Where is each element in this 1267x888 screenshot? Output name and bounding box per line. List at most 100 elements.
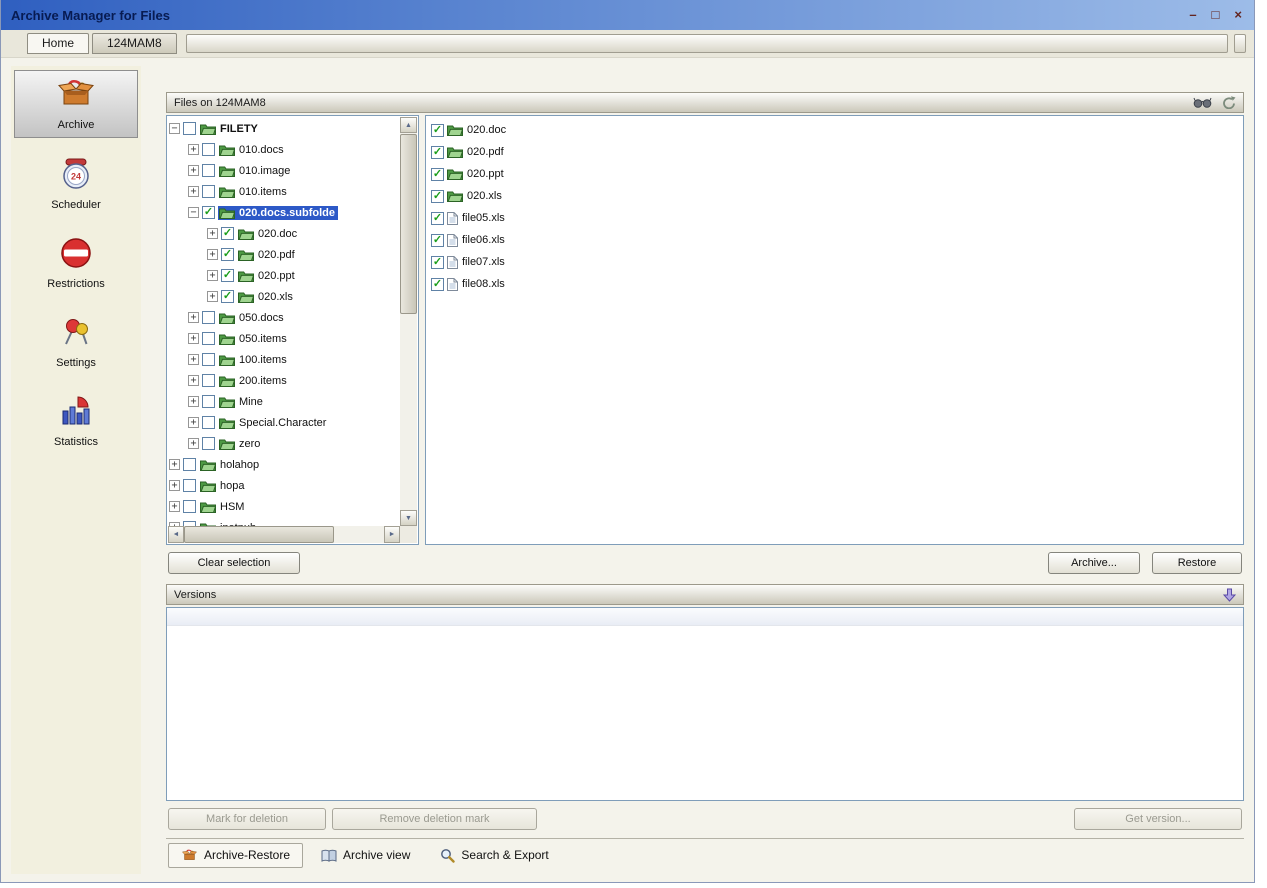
item-checkbox[interactable]: ✓ (221, 290, 234, 303)
tab-end-button[interactable] (1234, 34, 1246, 53)
expand-icon[interactable]: + (169, 501, 180, 512)
item-checkbox[interactable] (183, 500, 196, 513)
mark-for-deletion-button[interactable]: Mark for deletion (168, 808, 326, 830)
expand-icon[interactable]: + (207, 291, 218, 302)
titlebar[interactable]: Archive Manager for Files – □ × (1, 0, 1254, 30)
item-checkbox[interactable] (202, 416, 215, 429)
tree-item[interactable]: −✓020.docs.subfolde (169, 202, 399, 223)
tree-item[interactable]: +✓020.doc (169, 223, 399, 244)
folder-tree[interactable]: −FILETY+010.docs+010.image+010.items−✓02… (166, 115, 419, 545)
tree-item[interactable]: +010.docs (169, 139, 399, 160)
expand-icon[interactable]: + (207, 249, 218, 260)
item-checkbox[interactable]: ✓ (431, 212, 444, 225)
expand-icon[interactable]: + (207, 270, 218, 281)
expand-icon[interactable]: + (169, 459, 180, 470)
clear-selection-button[interactable]: Clear selection (168, 552, 300, 574)
tree-item[interactable]: +hopa (169, 475, 399, 496)
file-list-item[interactable]: ✓020.pdf (431, 141, 1238, 163)
file-list-item[interactable]: ✓file06.xls (431, 229, 1238, 251)
item-checkbox[interactable]: ✓ (431, 190, 444, 203)
item-checkbox[interactable] (202, 332, 215, 345)
item-checkbox[interactable] (202, 143, 215, 156)
item-checkbox[interactable] (183, 458, 196, 471)
tree-vertical-scrollbar[interactable]: ▲ ▼ (400, 117, 417, 526)
tab-124mam8[interactable]: 124MAM8 (92, 33, 177, 54)
item-checkbox[interactable]: ✓ (431, 168, 444, 181)
item-checkbox[interactable] (202, 395, 215, 408)
expand-icon[interactable]: + (188, 354, 199, 365)
tree-item[interactable]: +010.image (169, 160, 399, 181)
tab-home[interactable]: Home (27, 33, 89, 54)
sidebar-item-scheduler[interactable]: 24 Scheduler (14, 151, 138, 217)
tree-item[interactable]: +Mine (169, 391, 399, 412)
binoculars-icon[interactable] (1193, 97, 1212, 109)
item-checkbox[interactable] (202, 437, 215, 450)
close-button[interactable]: × (1234, 0, 1242, 30)
file-list-item[interactable]: ✓020.xls (431, 185, 1238, 207)
versions-list[interactable] (166, 607, 1244, 801)
tree-item[interactable]: +200.items (169, 370, 399, 391)
sidebar-item-archive[interactable]: Archive (14, 70, 138, 138)
file-list-item[interactable]: ✓file05.xls (431, 207, 1238, 229)
expand-icon[interactable]: + (188, 312, 199, 323)
tree-item[interactable]: +zero (169, 433, 399, 454)
file-list-item[interactable]: ✓file08.xls (431, 273, 1238, 295)
remove-deletion-mark-button[interactable]: Remove deletion mark (332, 808, 537, 830)
item-checkbox[interactable] (202, 311, 215, 324)
scroll-right-button[interactable]: ► (384, 526, 400, 543)
tree-item[interactable]: +✓020.ppt (169, 265, 399, 286)
expand-icon[interactable]: + (188, 165, 199, 176)
file-list-item[interactable]: ✓020.ppt (431, 163, 1238, 185)
item-checkbox[interactable] (202, 185, 215, 198)
tab-archive-view[interactable]: Archive view (309, 844, 422, 866)
collapse-icon[interactable]: − (188, 207, 199, 218)
tab-search-export[interactable]: Search & Export (428, 844, 560, 867)
tree-item[interactable]: +010.items (169, 181, 399, 202)
sidebar-item-statistics[interactable]: Statistics (14, 388, 138, 454)
archive-button[interactable]: Archive... (1048, 552, 1140, 574)
vertical-scrollbar-thumb[interactable] (400, 134, 417, 314)
tree-item[interactable]: +✓020.xls (169, 286, 399, 307)
tree-horizontal-scrollbar[interactable]: ◄ ► (168, 526, 400, 543)
get-version-button[interactable]: Get version... (1074, 808, 1242, 830)
minimize-button[interactable]: – (1189, 0, 1196, 30)
maximize-button[interactable]: □ (1212, 0, 1220, 30)
expand-icon[interactable]: + (207, 228, 218, 239)
tree-item[interactable]: −FILETY (169, 118, 399, 139)
scroll-up-button[interactable]: ▲ (400, 117, 417, 133)
horizontal-scrollbar-thumb[interactable] (184, 526, 334, 543)
item-checkbox[interactable]: ✓ (221, 248, 234, 261)
restore-button[interactable]: Restore (1152, 552, 1242, 574)
item-checkbox[interactable]: ✓ (431, 146, 444, 159)
file-list-item[interactable]: ✓file07.xls (431, 251, 1238, 273)
down-arrow-icon[interactable] (1223, 588, 1236, 602)
expand-icon[interactable]: + (188, 396, 199, 407)
expand-icon[interactable]: + (188, 438, 199, 449)
tab-archive-restore[interactable]: Archive-Restore (168, 843, 303, 868)
tree-item[interactable]: +HSM (169, 496, 399, 517)
sidebar-item-settings[interactable]: Settings (14, 309, 138, 375)
expand-icon[interactable]: + (188, 186, 199, 197)
expand-icon[interactable]: + (188, 333, 199, 344)
expand-icon[interactable]: + (188, 417, 199, 428)
tree-item[interactable]: +050.items (169, 328, 399, 349)
expand-icon[interactable]: + (169, 480, 180, 491)
collapse-icon[interactable]: − (169, 123, 180, 134)
item-checkbox[interactable] (202, 353, 215, 366)
expand-icon[interactable]: + (188, 144, 199, 155)
scroll-left-button[interactable]: ◄ (168, 526, 184, 543)
item-checkbox[interactable]: ✓ (431, 256, 444, 269)
item-checkbox[interactable]: ✓ (431, 124, 444, 137)
item-checkbox[interactable]: ✓ (202, 206, 215, 219)
item-checkbox[interactable]: ✓ (221, 269, 234, 282)
item-checkbox[interactable] (202, 164, 215, 177)
item-checkbox[interactable]: ✓ (431, 278, 444, 291)
item-checkbox[interactable] (183, 122, 196, 135)
tree-item[interactable]: +050.docs (169, 307, 399, 328)
tree-item[interactable]: +inetpub (169, 517, 399, 526)
item-checkbox[interactable]: ✓ (431, 234, 444, 247)
refresh-icon[interactable] (1222, 96, 1236, 109)
tree-item[interactable]: +100.items (169, 349, 399, 370)
expand-icon[interactable]: + (188, 375, 199, 386)
item-checkbox[interactable] (202, 374, 215, 387)
